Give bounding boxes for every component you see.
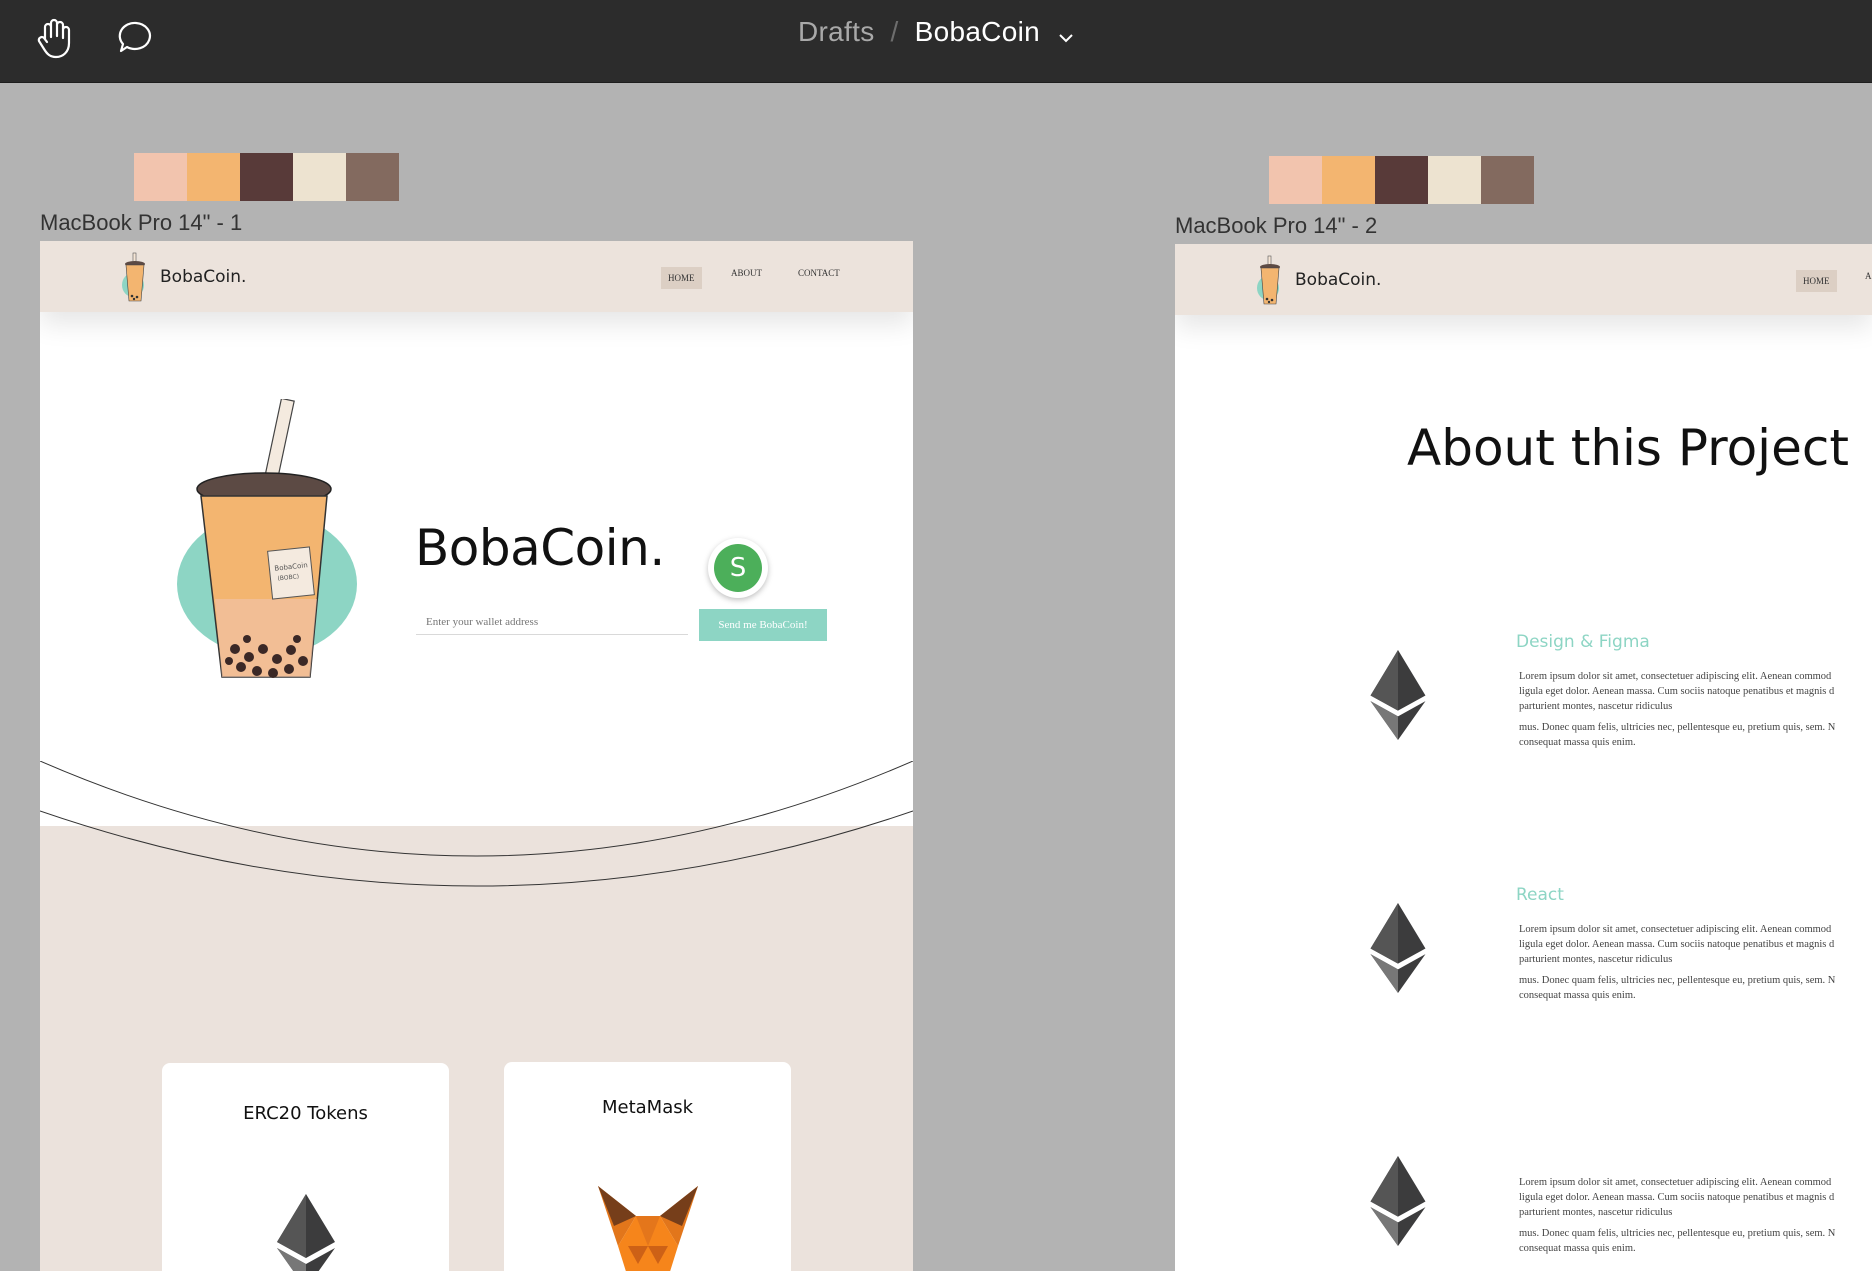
section-text: Lorem ipsum dolor sit amet, consectetuer…: [1519, 922, 1872, 1003]
card-metamask[interactable]: MetaMask: [504, 1062, 791, 1271]
ethereum-icon: [1370, 650, 1426, 740]
card-title: MetaMask: [601, 1097, 694, 1118]
color-palette-1[interactable]: [134, 153, 399, 201]
ethereum-icon: [1370, 1156, 1426, 1246]
metamask-fox-icon: [598, 1186, 698, 1271]
text-line: Lorem ipsum dolor sit amet, consectetuer…: [1519, 924, 1832, 935]
collaborator-avatar[interactable]: S: [708, 538, 768, 598]
boba-cup-illustration: BobaCoin (BOBC): [177, 397, 367, 699]
text-line: ligula eget dolor. Aenean massa. Cum soc…: [1519, 686, 1835, 697]
nav-about[interactable]: ABOUT: [731, 268, 762, 278]
text-line: mus. Donec quam felis, ultricies nec, pe…: [1519, 1228, 1836, 1239]
text-line: Lorem ipsum dolor sit amet, consectetuer…: [1519, 671, 1832, 682]
frame-macbook-2[interactable]: BobaCoin. HOME A About this Project Desi…: [1175, 244, 1872, 1271]
send-bobacoin-button[interactable]: Send me BobaCoin!: [699, 609, 827, 641]
breadcrumb: Drafts / BobaCoin: [0, 16, 1872, 56]
brand-name[interactable]: BobaCoin.: [160, 267, 246, 287]
swatch-dark-brown[interactable]: [1375, 156, 1428, 204]
section-title-design: Design & Figma: [1516, 632, 1650, 652]
site-navbar: BobaCoin. HOME A: [1175, 244, 1872, 315]
card-title: ERC20 Tokens: [243, 1103, 368, 1124]
swatch-orange[interactable]: [187, 153, 240, 201]
text-line: ligula eget dolor. Aenean massa. Cum soc…: [1519, 1192, 1835, 1203]
section-text: Lorem ipsum dolor sit amet, consectetuer…: [1519, 669, 1872, 750]
nav-home[interactable]: HOME: [661, 267, 702, 289]
text-line: mus. Donec quam felis, ultricies nec, pe…: [1519, 975, 1836, 986]
swatch-taupe[interactable]: [346, 153, 399, 201]
text-line: parturient montes, nascetur ridiculus: [1519, 1207, 1673, 1218]
nav-contact[interactable]: CONTACT: [798, 268, 840, 278]
text-line: parturient montes, nascetur ridiculus: [1519, 954, 1673, 965]
section-text: Lorem ipsum dolor sit amet, consectetuer…: [1519, 1175, 1872, 1256]
ethereum-icon: [1370, 903, 1426, 993]
breadcrumb-separator: /: [890, 16, 899, 47]
boba-logo-icon: [115, 251, 155, 305]
text-line: mus. Donec quam felis, ultricies nec, pe…: [1519, 722, 1836, 733]
text-line: consequat massa quis enim.: [1519, 1243, 1636, 1254]
frame-label-2[interactable]: MacBook Pro 14" - 2: [1175, 213, 1377, 239]
avatar-initial: S: [714, 544, 762, 592]
swatch-taupe[interactable]: [1481, 156, 1534, 204]
frame-macbook-1[interactable]: BobaCoin. HOME ABOUT CONTACT BobaCoin (B…: [40, 241, 913, 1271]
swatch-cream[interactable]: [1428, 156, 1481, 204]
color-palette-2[interactable]: [1269, 156, 1534, 204]
text-line: parturient montes, nascetur ridiculus: [1519, 701, 1673, 712]
swatch-peach[interactable]: [1269, 156, 1322, 204]
text-line: Lorem ipsum dolor sit amet, consectetuer…: [1519, 1177, 1832, 1188]
swatch-peach[interactable]: [134, 153, 187, 201]
frame-label-1[interactable]: MacBook Pro 14" - 1: [40, 210, 242, 236]
swatch-cream[interactable]: [293, 153, 346, 201]
about-title: About this Project: [1407, 419, 1849, 477]
top-toolbar: Drafts / BobaCoin: [0, 0, 1872, 83]
wallet-address-input[interactable]: [416, 609, 688, 635]
breadcrumb-file-name[interactable]: BobaCoin: [915, 16, 1040, 47]
text-line: ligula eget dolor. Aenean massa. Cum soc…: [1519, 939, 1835, 950]
boba-logo-icon: [1250, 254, 1290, 308]
ethereum-icon: [277, 1194, 335, 1271]
breadcrumb-folder[interactable]: Drafts: [798, 16, 874, 47]
nav-home[interactable]: HOME: [1796, 270, 1837, 292]
site-navbar: BobaCoin. HOME ABOUT CONTACT: [40, 241, 913, 312]
brand-name[interactable]: BobaCoin.: [1295, 270, 1381, 290]
card-erc20[interactable]: ERC20 Tokens: [162, 1063, 449, 1271]
swatch-dark-brown[interactable]: [240, 153, 293, 201]
text-line: consequat massa quis enim.: [1519, 990, 1636, 1001]
section-title-react: React: [1516, 885, 1564, 905]
nav-about-clipped[interactable]: A: [1865, 271, 1872, 281]
decorative-curves: [40, 761, 913, 887]
chevron-down-icon[interactable]: [1058, 18, 1074, 50]
swatch-orange[interactable]: [1322, 156, 1375, 204]
text-line: consequat massa quis enim.: [1519, 737, 1636, 748]
hero-title: BobaCoin.: [415, 519, 665, 577]
